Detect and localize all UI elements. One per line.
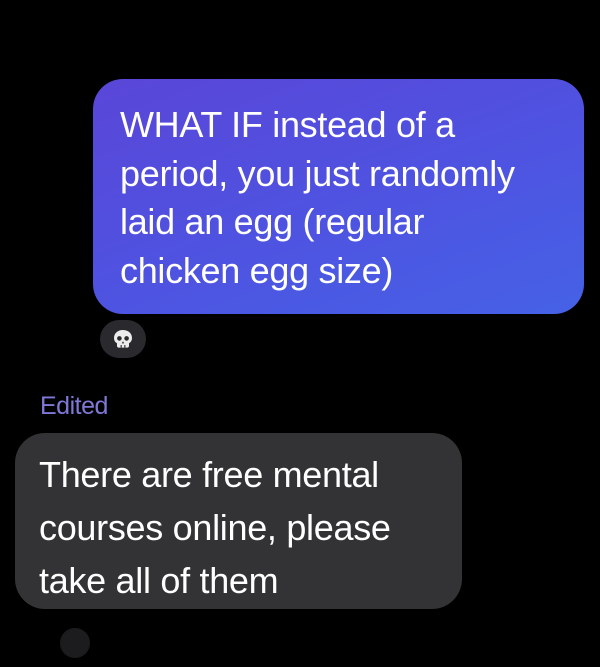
message-reaction[interactable] xyxy=(100,320,146,358)
next-message-edge xyxy=(60,628,90,658)
edited-label: Edited xyxy=(40,392,108,420)
received-message-line: courses online, please xyxy=(39,507,391,548)
sent-message-line: chicken egg size) xyxy=(120,249,394,291)
chat-screen: WHAT IF instead of a period, you just ra… xyxy=(0,0,600,667)
sent-message-line: laid an egg (regular xyxy=(120,201,425,242)
received-message-line: take all of them xyxy=(39,560,279,601)
skull-icon xyxy=(114,330,132,348)
received-message-bubble[interactable]: There are free mental courses online, pl… xyxy=(15,433,462,609)
sent-message-bubble[interactable]: WHAT IF instead of a period, you just ra… xyxy=(93,79,584,314)
received-message-line: There are free mental xyxy=(39,454,379,495)
sent-message-line: period, you just randomly xyxy=(120,152,515,194)
sent-message-line: WHAT IF instead of a xyxy=(120,104,455,145)
